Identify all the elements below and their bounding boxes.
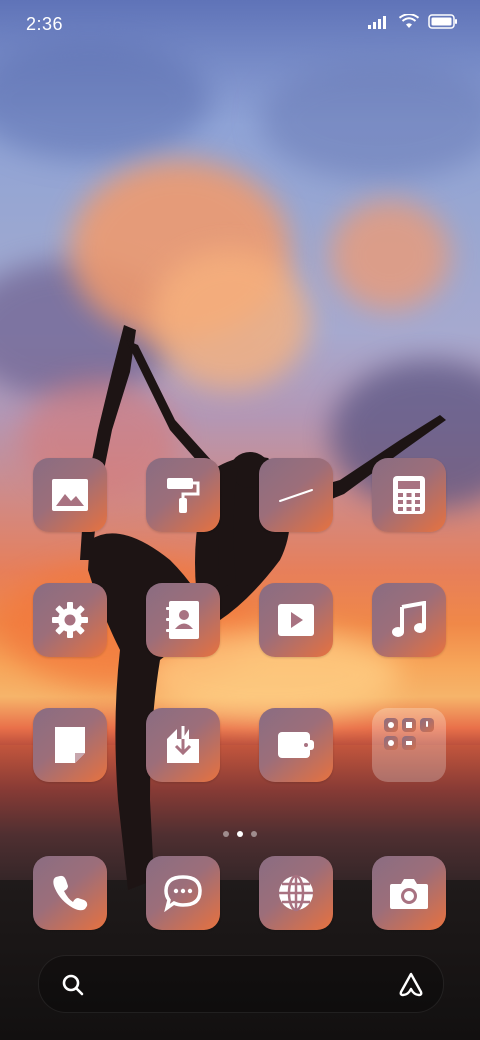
messages-app[interactable] — [146, 856, 220, 930]
page-dot-current[interactable] — [237, 831, 243, 837]
page-dot[interactable] — [251, 831, 257, 837]
camera-icon — [389, 876, 429, 910]
note-icon — [53, 725, 87, 765]
signal-icon — [368, 15, 390, 34]
camera-app[interactable] — [372, 856, 446, 930]
mic-icon — [420, 718, 434, 732]
app-folder[interactable] — [372, 708, 446, 782]
battery-icon — [428, 14, 458, 34]
play-icon — [277, 603, 315, 637]
globe-icon — [276, 873, 316, 913]
themes-app[interactable] — [146, 458, 220, 532]
compass-icon — [384, 736, 398, 750]
card-icon — [402, 736, 416, 750]
search-bar[interactable] — [38, 955, 444, 1013]
gallery-app[interactable] — [33, 458, 107, 532]
phone-icon — [51, 874, 89, 912]
pen-icon — [276, 485, 316, 505]
status-bar: 2:36 — [0, 0, 480, 48]
wallet-app[interactable] — [259, 708, 333, 782]
phone-app[interactable] — [33, 856, 107, 930]
record-icon — [384, 718, 398, 732]
wallet-icon — [277, 730, 315, 760]
calculator-app[interactable] — [372, 458, 446, 532]
downloads-app[interactable] — [146, 708, 220, 782]
calculator-icon — [392, 475, 426, 515]
video-app[interactable] — [259, 583, 333, 657]
contacts-book-icon — [165, 600, 201, 640]
paint-roller-icon — [163, 475, 203, 515]
message-icon — [163, 874, 203, 912]
wifi-icon — [398, 13, 420, 34]
browser-app[interactable] — [259, 856, 333, 930]
search-icon[interactable] — [61, 973, 85, 1002]
download-icon — [165, 725, 201, 765]
page-indicator[interactable] — [0, 831, 480, 837]
settings-app[interactable] — [33, 583, 107, 657]
gear-icon — [50, 600, 90, 640]
pen-app[interactable] — [259, 458, 333, 532]
status-time: 2:36 — [26, 14, 64, 34]
music-note-icon — [390, 601, 428, 639]
notes-app[interactable] — [33, 708, 107, 782]
music-app[interactable] — [372, 583, 446, 657]
page-dot[interactable] — [223, 831, 229, 837]
image-icon — [51, 478, 89, 512]
assistant-icon[interactable] — [397, 971, 425, 1002]
clipboard-icon — [402, 718, 416, 732]
contacts-app[interactable] — [146, 583, 220, 657]
